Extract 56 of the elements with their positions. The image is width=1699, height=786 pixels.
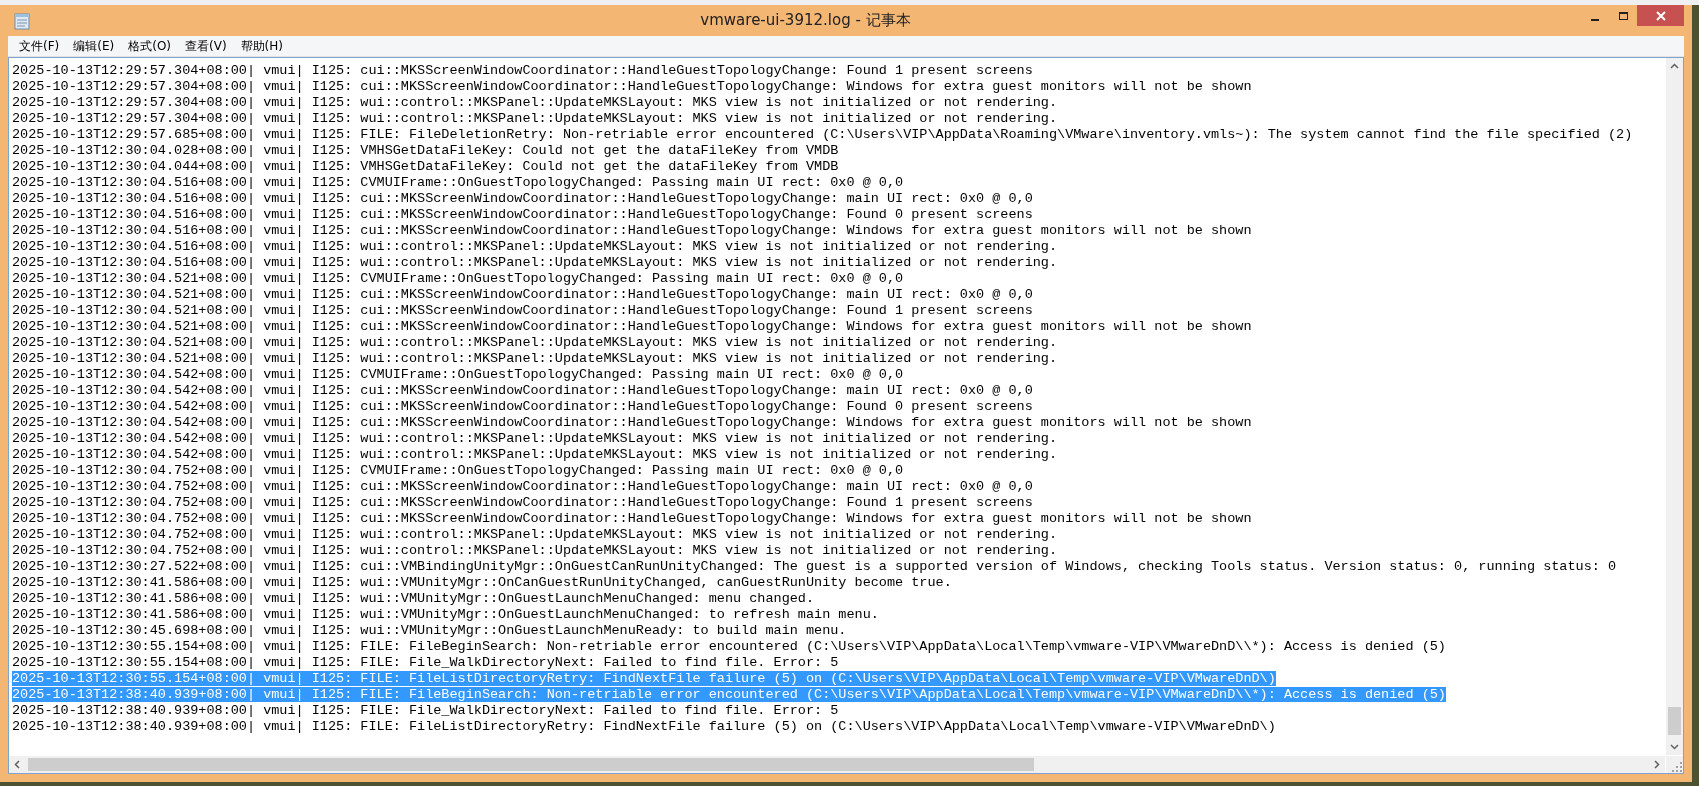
log-line: 2025-10-13T12:38:40.939+08:00| vmui| I125: FILE: FileListDirectoryRetry: FindNextFile failure (5) on (C:\Users\VIP\AppData\Local\Temp\vmware-VIP\VMwareDnD\) [12, 719, 1276, 734]
log-line: 2025-10-13T12:30:04.542+08:00| vmui| I125: wui::control::MKSPanel::UpdateMKSLayout: MKS view is not initialized or not rendering. [12, 431, 1058, 446]
log-line: 2025-10-13T12:30:04.516+08:00| vmui| I125: wui::control::MKSPanel::UpdateMKSLayout: MKS view is not initialized or not rendering. [12, 255, 1058, 270]
log-line: 2025-10-13T12:30:55.154+08:00| vmui| I125: FILE: FileBeginSearch: Non-retriable error encountered (C:\Users\VIP\AppData\Local\Temp\vmware-VIP\VMwareDnD\\*): Access is denied (5) [12, 639, 1446, 654]
vertical-scrollbar[interactable] [1666, 58, 1683, 756]
log-line: 2025-10-13T12:30:27.522+08:00| vmui| I125: cui::VMBindingUnityMgr::OnGuestCanRunUnityChanged: The guest is a supported version of Windows, checking Tools status. Version status: 0, running status: 0 [12, 559, 1617, 574]
size-grip-icon[interactable] [1671, 761, 1683, 773]
log-line: 2025-10-13T12:30:41.586+08:00| vmui| I125: wui::VMUnityMgr::OnGuestLaunchMenuChanged: menu changed. [12, 591, 815, 606]
log-line: 2025-10-13T12:38:40.939+08:00| vmui| I125: FILE: File_WalkDirectoryNext: Failed to find file. Error: 5 [12, 703, 839, 718]
log-line: 2025-10-13T12:30:04.542+08:00| vmui| I125: CVMUIFrame::OnGuestTopologyChanged: Passing main UI rect: 0x0 @ 0,0 [12, 367, 904, 382]
close-icon [1654, 10, 1667, 21]
log-line: 2025-10-13T12:30:04.521+08:00| vmui| I125: wui::control::MKSPanel::UpdateMKSLayout: MKS view is not initialized or not rendering. [12, 335, 1058, 350]
log-line: 2025-10-13T12:30:04.542+08:00| vmui| I125: cui::MKSScreenWindowCoordinator::HandleGuestTopologyChange: Windows for extra guest monitors will not be shown [12, 415, 1252, 430]
log-line: 2025-10-13T12:30:04.521+08:00| vmui| I125: wui::control::MKSPanel::UpdateMKSLayout: MKS view is not initialized or not rendering. [12, 351, 1058, 366]
log-line: 2025-10-13T12:30:04.521+08:00| vmui| I125: CVMUIFrame::OnGuestTopologyChanged: Passing main UI rect: 0x0 @ 0,0 [12, 271, 904, 286]
log-line: 2025-10-13T12:29:57.304+08:00| vmui| I125: wui::control::MKSPanel::UpdateMKSLayout: MKS view is not initialized or not rendering. [12, 111, 1058, 126]
close-button[interactable] [1637, 5, 1684, 26]
scrollbar-thumb[interactable] [28, 758, 1034, 771]
log-line: 2025-10-13T12:30:04.516+08:00| vmui| I125: wui::control::MKSPanel::UpdateMKSLayout: MKS view is not initialized or not rendering. [12, 239, 1058, 254]
log-line: 2025-10-13T12:30:04.542+08:00| vmui| I125: cui::MKSScreenWindowCoordinator::HandleGuestTopologyChange: Found 0 present screens [12, 399, 1033, 414]
log-line: 2025-10-13T12:30:04.516+08:00| vmui| I125: cui::MKSScreenWindowCoordinator::HandleGuestTopologyChange: main UI rect: 0x0 @ 0,0 [12, 191, 1033, 206]
menu-item[interactable]: 格式(O) [121, 35, 179, 57]
log-line: 2025-10-13T12:30:45.698+08:00| vmui| I125: wui::VMUnityMgr::OnGuestLaunchMenuReady: to build main menu. [12, 623, 847, 638]
log-line: 2025-10-13T12:29:57.304+08:00| vmui| I125: wui::control::MKSPanel::UpdateMKSLayout: MKS view is not initialized or not rendering. [12, 95, 1058, 110]
notepad-icon [14, 11, 30, 30]
log-line: 2025-10-13T12:30:04.542+08:00| vmui| I125: wui::control::MKSPanel::UpdateMKSLayout: MKS view is not initialized or not rendering. [12, 447, 1058, 462]
log-line: 2025-10-13T12:30:41.586+08:00| vmui| I125: wui::VMUnityMgr::OnCanGuestRunUnityChanged, canGuestRunUnity become true. [12, 575, 952, 590]
log-line: 2025-10-13T12:30:04.542+08:00| vmui| I125: cui::MKSScreenWindowCoordinator::HandleGuestTopologyChange: main UI rect: 0x0 @ 0,0 [12, 383, 1033, 398]
log-line: 2025-10-13T12:30:04.752+08:00| vmui| I125: cui::MKSScreenWindowCoordinator::HandleGuestTopologyChange: main UI rect: 0x0 @ 0,0 [12, 479, 1033, 494]
log-line: 2025-10-13T12:29:57.685+08:00| vmui| I125: FILE: FileDeletionRetry: Non-retriable error encountered (C:\Users\VIP\AppData\Roaming\VMware\inventory.vmls~): The system cannot find the file specified (2) [12, 127, 1633, 142]
log-line: 2025-10-13T12:30:04.521+08:00| vmui| I125: cui::MKSScreenWindowCoordinator::HandleGuestTopologyChange: main UI rect: 0x0 @ 0,0 [12, 287, 1033, 302]
log-line: 2025-10-13T12:30:04.521+08:00| vmui| I125: cui::MKSScreenWindowCoordinator::HandleGuestTopologyChange: Windows for extra guest monitors will not be shown [12, 319, 1252, 334]
log-line: 2025-10-13T12:30:04.752+08:00| vmui| I125: CVMUIFrame::OnGuestTopologyChanged: Passing main UI rect: 0x0 @ 0,0 [12, 463, 904, 478]
scrollbar-thumb[interactable] [1668, 707, 1681, 735]
log-line: 2025-10-13T12:30:04.516+08:00| vmui| I125: cui::MKSScreenWindowCoordinator::HandleGuestTopologyChange: Windows for extra guest monitors will not be shown [12, 223, 1252, 238]
menu-item[interactable]: 帮助(H) [233, 35, 290, 57]
log-line: 2025-10-13T12:30:41.586+08:00| vmui| I125: wui::VMUnityMgr::OnGuestLaunchMenuChanged: to refresh main menu. [12, 607, 879, 622]
maximize-icon [1617, 10, 1629, 21]
log-line: 2025-10-13T12:29:57.304+08:00| vmui| I125: cui::MKSScreenWindowCoordinator::HandleGuestTopologyChange: Found 1 present screens [12, 63, 1033, 78]
log-line: 2025-10-13T12:29:57.304+08:00| vmui| I125: cui::MKSScreenWindowCoordinator::HandleGuestTopologyChange: Windows for extra guest monitors will not be shown [12, 79, 1252, 94]
log-line: 2025-10-13T12:30:55.154+08:00| vmui| I125: FILE: File_WalkDirectoryNext: Failed to find file. Error: 5 [12, 655, 839, 670]
log-line: 2025-10-13T12:30:04.752+08:00| vmui| I125: cui::MKSScreenWindowCoordinator::HandleGuestTopologyChange: Found 1 present screens [12, 495, 1033, 510]
horizontal-scrollbar[interactable] [9, 756, 1666, 773]
log-line: 2025-10-13T12:30:04.521+08:00| vmui| I125: cui::MKSScreenWindowCoordinator::HandleGuestTopologyChange: Found 1 present screens [12, 303, 1033, 318]
window-title: vmware-ui-3912.log - 记事本 [699, 11, 912, 30]
log-line: 2025-10-13T12:30:04.752+08:00| vmui| I125: wui::control::MKSPanel::UpdateMKSLayout: MKS view is not initialized or not rendering. [12, 527, 1058, 542]
menu-item[interactable]: 编辑(E) [66, 35, 122, 57]
log-line: 2025-10-13T12:30:04.516+08:00| vmui| I125: cui::MKSScreenWindowCoordinator::HandleGuestTopologyChange: Found 0 present screens [12, 207, 1033, 222]
log-line: 2025-10-13T12:30:04.028+08:00| vmui| I125: VMHSGetDataFileKey: Could not get the dataFileKey from VMDB [12, 143, 839, 158]
log-line: 2025-10-13T12:30:04.752+08:00| vmui| I125: cui::MKSScreenWindowCoordinator::HandleGuestTopologyChange: Windows for extra guest monitors will not be shown [12, 511, 1252, 526]
log-line: 2025-10-13T12:30:04.516+08:00| vmui| I125: CVMUIFrame::OnGuestTopologyChanged: Passing main UI rect: 0x0 @ 0,0 [12, 175, 904, 190]
minimize-icon [1591, 18, 1599, 21]
menu-item[interactable]: 文件(F) [12, 35, 67, 57]
menu-item[interactable]: 查看(V) [178, 35, 234, 57]
log-line: 2025-10-13T12:30:04.044+08:00| vmui| I125: VMHSGetDataFileKey: Could not get the dataFileKey from VMDB [12, 159, 839, 174]
log-line: 2025-10-13T12:30:04.752+08:00| vmui| I125: wui::control::MKSPanel::UpdateMKSLayout: MKS view is not initialized or not rendering. [12, 543, 1058, 558]
